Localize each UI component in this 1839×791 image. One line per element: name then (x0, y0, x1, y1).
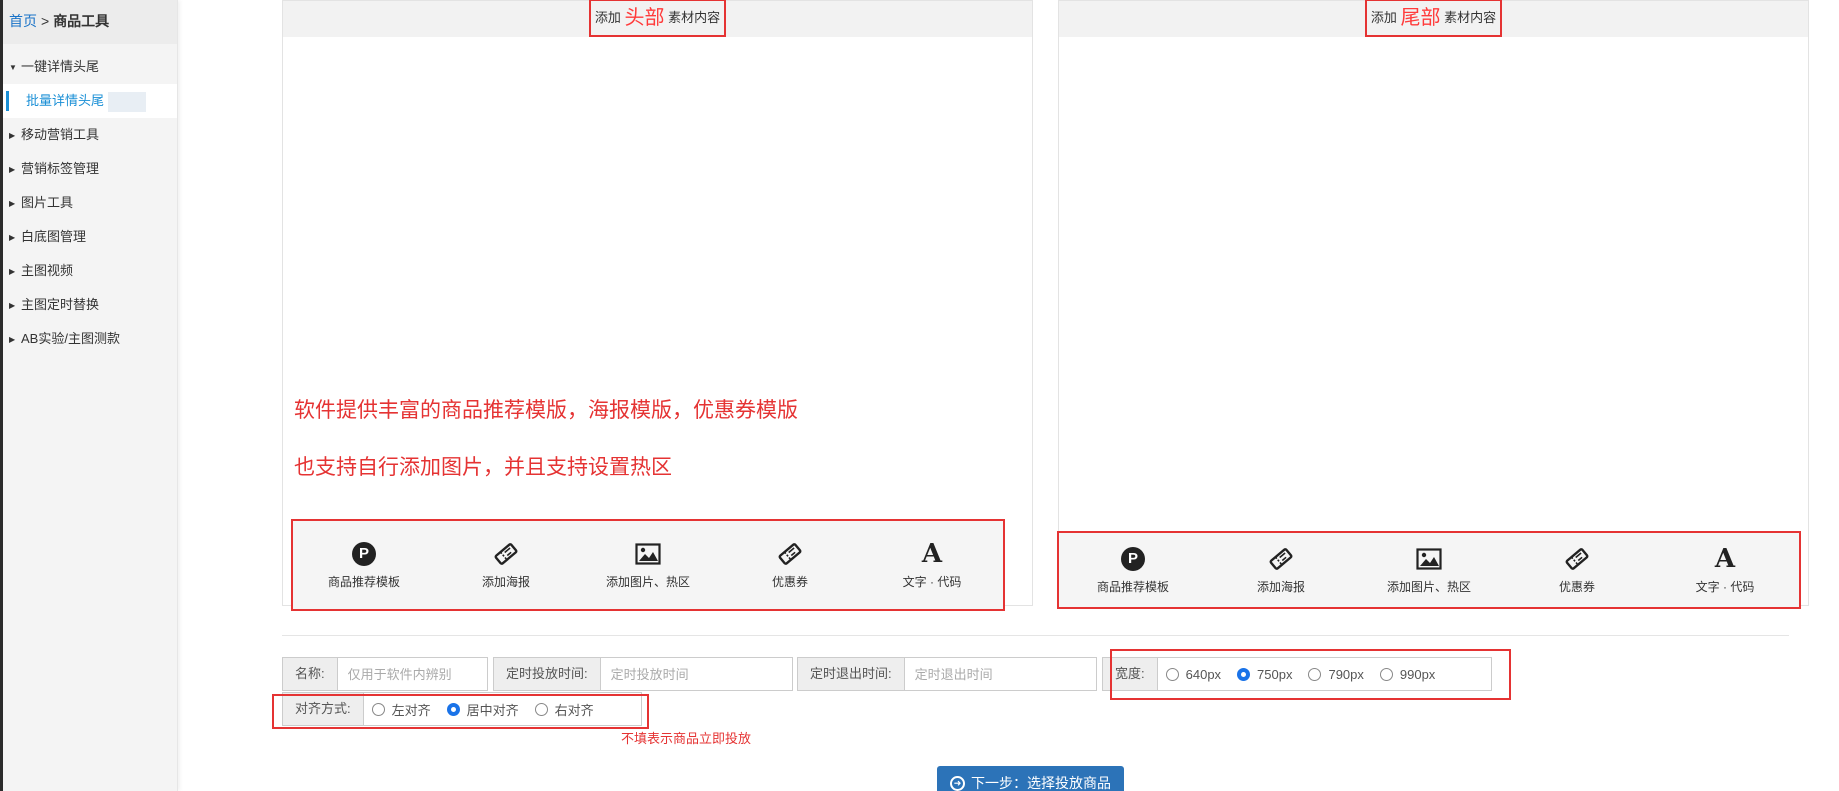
sidebar-item-white-bg[interactable]: ▶ 白底图管理 (3, 220, 177, 254)
footer-toolbar: P 商品推荐模板 添加海报 添加图片、热区 优惠券 A 文字 · 代码 (1057, 531, 1801, 609)
tool-add-image-hotspot[interactable]: 添加图片、热区 (1369, 546, 1489, 595)
sidebar-item-label: 主图定时替换 (21, 297, 100, 312)
text-a-icon: A (921, 538, 943, 569)
caret-down-icon: ▼ (9, 62, 17, 72)
header-toolbar: P 商品推荐模板 添加海报 添加图片、热区 优惠券 A 文字 · 代码 (291, 519, 1005, 611)
tool-coupon[interactable]: 优惠券 (730, 541, 850, 590)
sidebar-menu: ▼ 一键详情头尾 批量详情头尾 ▶ 移动营销工具 ▶ 营销标签管理 ▶ 图片工具 ▶ 白底… (3, 50, 177, 356)
tool-label: 优惠券 (771, 574, 808, 589)
annotation-note-1: 软件提供丰富的商品推荐模版，海报模版，优惠券模版 (294, 399, 798, 422)
tool-label: 优惠券 (1558, 579, 1595, 594)
ticket-icon (1565, 547, 1589, 570)
tool-add-image-hotspot[interactable]: 添加图片、热区 (588, 541, 708, 590)
next-step-label: 下一步：选择投放商品 (971, 775, 1111, 791)
tool-label: 文字 · 代码 (902, 574, 962, 589)
tool-label: 文字 · 代码 (1695, 579, 1755, 594)
end-time-group: 定时退出时间: (797, 657, 1097, 691)
end-time-label: 定时退出时间: (798, 658, 905, 690)
active-indicator (6, 91, 9, 111)
breadcrumb-home-link[interactable]: 首页 (9, 13, 37, 29)
sidebar-item-scheduled-replace[interactable]: ▶ 主图定时替换 (3, 288, 177, 322)
panel-header: 添加 头部 素材内容 (283, 0, 1032, 37)
breadcrumb: 首页 > 商品工具 (3, 0, 177, 44)
name-field-group: 名称: (282, 657, 488, 691)
caret-right-icon: ▶ (9, 164, 16, 174)
tool-label: 商品推荐模板 (327, 574, 400, 589)
tool-text-code[interactable]: A 文字 · 代码 (872, 541, 992, 590)
schedule-hint: 不填表示商品立即投放 (621, 731, 752, 746)
sidebar-item-label: AB实验/主图测款 (21, 331, 120, 346)
add-suffix: 素材内容 (1444, 10, 1497, 25)
caret-right-icon: ▶ (9, 198, 16, 208)
sidebar-item-label: 移动营销工具 (21, 127, 100, 142)
sidebar-item-label: 白底图管理 (21, 229, 87, 244)
caret-right-icon: ▶ (9, 266, 16, 276)
caret-right-icon: ▶ (9, 130, 16, 140)
tool-add-poster[interactable]: 添加海报 (1221, 546, 1341, 595)
breadcrumb-current: 商品工具 (53, 13, 110, 29)
name-input[interactable] (337, 658, 478, 690)
image-icon (1416, 547, 1442, 570)
sidebar-item-mobile-marketing[interactable]: ▶ 移动营销工具 (3, 118, 177, 152)
header-material-panel: 添加 头部 素材内容 软件提供丰富的商品推荐模版，海报模版，优惠券模版 也支持自… (282, 0, 1033, 611)
part-name: 尾部 (1400, 7, 1441, 29)
footer-material-panel: 添加 尾部 素材内容 P 商品推荐模板 添加海报 添加图片、热区 优惠券 A 文… (1057, 0, 1809, 609)
start-time-input[interactable] (600, 658, 779, 690)
caret-right-icon: ▶ (9, 232, 16, 242)
sidebar-item-label: 一键详情头尾 (21, 59, 100, 74)
section-divider (282, 635, 1789, 636)
redacted-area (108, 91, 147, 112)
name-label: 名称: (283, 658, 338, 690)
tool-text-code[interactable]: A 文字 · 代码 (1665, 546, 1785, 595)
add-prefix: 添加 (1370, 10, 1397, 25)
sidebar-item-label: 批量详情头尾 (26, 93, 105, 108)
sidebar-item-marketing-tags[interactable]: ▶ 营销标签管理 (3, 152, 177, 186)
add-suffix: 素材内容 (668, 10, 721, 25)
add-prefix: 添加 (594, 10, 621, 25)
ticket-icon (778, 542, 802, 565)
sidebar-item-main-video[interactable]: ▶ 主图视频 (3, 254, 177, 288)
caret-right-icon: ▶ (9, 334, 16, 344)
breadcrumb-separator: > (41, 13, 50, 29)
p-circle-icon: P (1121, 546, 1145, 571)
image-icon (635, 542, 661, 565)
sidebar: 首页 > 商品工具 ▼ 一键详情头尾 批量详情头尾 ▶ 移动营销工具 ▶ 营销标签管理 ▶… (3, 0, 178, 791)
sidebar-item-image-tools[interactable]: ▶ 图片工具 (3, 186, 177, 220)
p-circle-icon: P (352, 541, 376, 566)
tool-label: 添加图片、热区 (1386, 579, 1471, 594)
part-name: 头部 (624, 7, 665, 29)
tool-label: 商品推荐模板 (1096, 579, 1169, 594)
sidebar-item-detail-head-tail[interactable]: ▼ 一键详情头尾 (3, 50, 177, 84)
sidebar-item-label: 主图视频 (21, 263, 74, 278)
tool-label: 添加海报 (481, 574, 530, 589)
sidebar-item-ab-test[interactable]: ▶ AB实验/主图测款 (3, 322, 177, 356)
text-a-icon: A (1714, 543, 1736, 574)
tool-label: 添加海报 (1256, 579, 1305, 594)
add-footer-label: 添加 尾部 素材内容 (1364, 0, 1503, 37)
annotation-note-2: 也支持自行添加图片，并且支持设置热区 (294, 456, 672, 479)
tool-product-template[interactable]: P 商品推荐模板 (304, 541, 424, 590)
tool-product-template[interactable]: P 商品推荐模板 (1073, 546, 1193, 595)
end-time-input[interactable] (904, 658, 1083, 690)
sidebar-item-label: 图片工具 (21, 195, 74, 210)
arrow-circle-icon: ➜ (950, 775, 965, 791)
sidebar-item-label: 营销标签管理 (21, 161, 100, 176)
next-step-button[interactable]: ➜ 下一步：选择投放商品 (937, 766, 1124, 791)
tool-coupon[interactable]: 优惠券 (1517, 546, 1637, 595)
app-window: 首页 > 商品工具 ▼ 一键详情头尾 批量详情头尾 ▶ 移动营销工具 ▶ 营销标签管理 ▶… (0, 0, 1839, 791)
ticket-icon (1269, 547, 1293, 570)
caret-right-icon: ▶ (9, 300, 16, 310)
tool-label: 添加图片、热区 (605, 574, 690, 589)
panel-header: 添加 尾部 素材内容 (1059, 0, 1808, 37)
align-highlight-box (272, 694, 649, 729)
start-time-label: 定时投放时间: (494, 658, 601, 690)
sidebar-item-batch-detail[interactable]: 批量详情头尾 (3, 84, 177, 118)
start-time-group: 定时投放时间: (493, 657, 793, 691)
width-highlight-box (1110, 649, 1511, 700)
add-header-label: 添加 头部 素材内容 (588, 0, 727, 37)
ticket-icon (494, 542, 518, 565)
tool-add-poster[interactable]: 添加海报 (446, 541, 566, 590)
